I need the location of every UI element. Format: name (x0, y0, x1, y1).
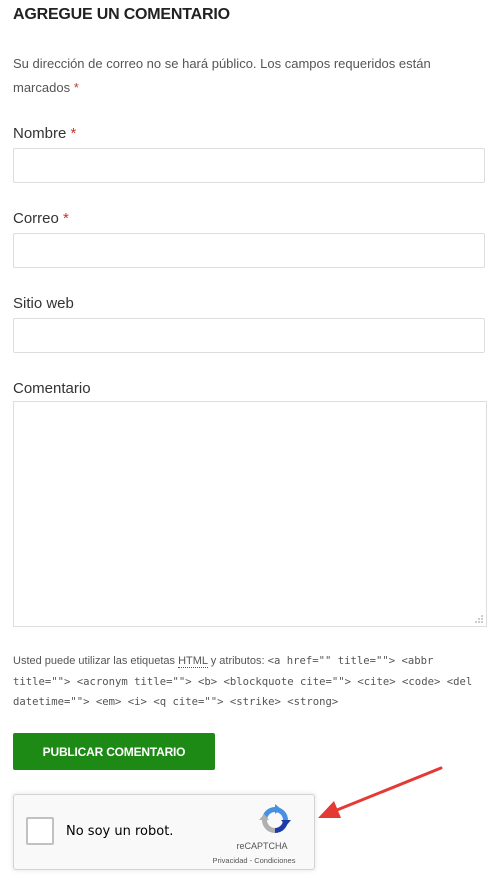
allowed-tags-abbr: HTML (178, 655, 208, 668)
recaptcha-brand: reCAPTCHA (236, 841, 288, 851)
website-label: Sitio web (13, 295, 74, 312)
email-label-text: Correo (13, 210, 59, 227)
comment-textarea[interactable] (13, 401, 487, 627)
website-label-text: Sitio web (13, 295, 74, 312)
comment-label-text: Comentario (13, 380, 91, 397)
name-required-asterisk: * (70, 125, 77, 142)
resize-grip-icon[interactable] (474, 614, 484, 624)
comment-notes: Su dirección de correo no se hará públic… (13, 52, 473, 100)
allowed-tags-suffix: y atributos: (210, 655, 265, 667)
name-label: Nombre * (13, 125, 76, 142)
email-input[interactable] (13, 233, 485, 268)
comment-label: Comentario (13, 380, 91, 397)
name-input[interactable] (13, 148, 485, 183)
recaptcha-label: No soy un robot. (66, 824, 174, 839)
name-label-text: Nombre (13, 125, 67, 142)
comment-form-heading: AGREGUE UN COMENTARIO (13, 6, 230, 23)
website-input[interactable] (13, 318, 485, 353)
recaptcha-privacy-terms-links[interactable]: Privacidad - Condiciones (204, 856, 304, 865)
recaptcha-logo-icon (259, 804, 291, 833)
recaptcha-checkbox[interactable] (26, 817, 54, 845)
submit-comment-button[interactable]: PUBLICAR COMENTARIO (13, 733, 215, 770)
allowed-tags-prefix: Usted puede utilizar las etiquetas (13, 655, 176, 667)
email-label: Correo * (13, 210, 69, 227)
required-asterisk: * (73, 80, 79, 95)
recaptcha-widget: No soy un robot. reCAPTCHA Privacidad - … (13, 794, 315, 870)
email-required-asterisk: * (63, 210, 69, 227)
allowed-tags-notice: Usted puede utilizar las etiquetas HTML … (13, 651, 487, 713)
